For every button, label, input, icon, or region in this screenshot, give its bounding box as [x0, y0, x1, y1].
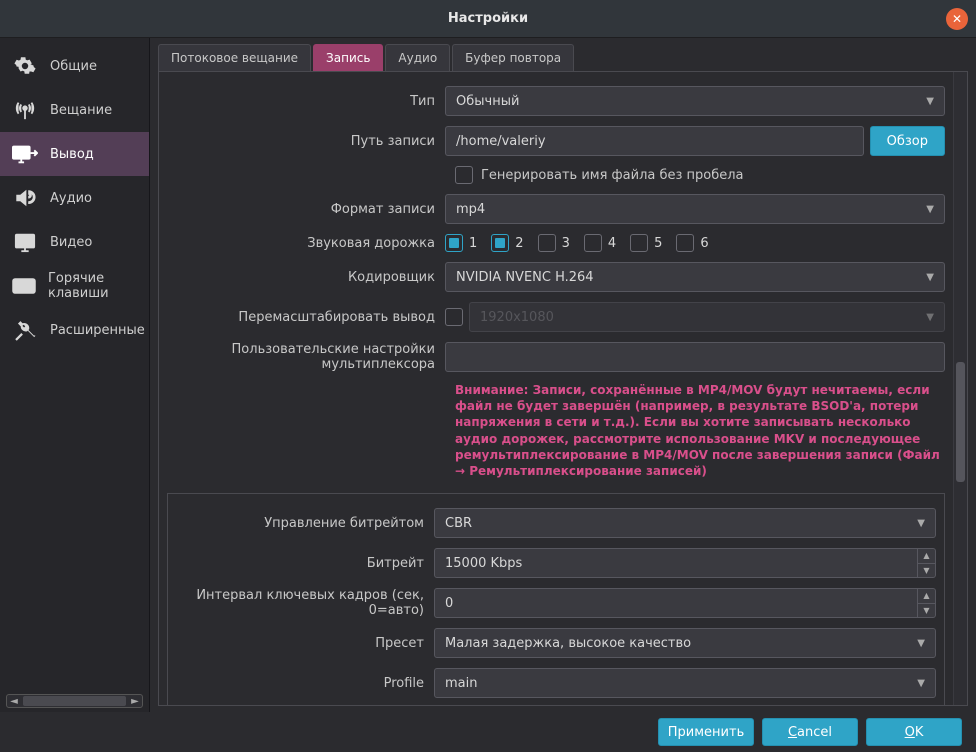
track-5-checkbox[interactable]: [630, 234, 648, 252]
spin-down-icon[interactable]: ▼: [918, 604, 935, 618]
track-6-number: 6: [700, 236, 708, 251]
window-title: Настройки: [448, 11, 528, 26]
spin-down-icon[interactable]: ▼: [918, 564, 935, 578]
chevron-down-icon: ▼: [926, 272, 934, 283]
track-4-number: 4: [608, 236, 616, 251]
antenna-icon: [12, 97, 38, 123]
mp4-warning-text: Внимание: Записи, сохранённые в MP4/MOV …: [455, 382, 941, 479]
mux-settings-input[interactable]: [445, 342, 945, 372]
generate-filename-checkbox[interactable]: [455, 166, 473, 184]
track-2-number: 2: [515, 236, 523, 251]
path-label: Путь записи: [167, 134, 445, 149]
cancel-button[interactable]: Cancel: [762, 718, 858, 746]
bitrate-label: Битрейт: [176, 556, 434, 571]
chevron-down-icon: ▼: [926, 96, 934, 107]
type-select[interactable]: Обычный ▼: [445, 86, 945, 116]
scrollbar-thumb[interactable]: [23, 696, 126, 706]
ok-button[interactable]: OK: [866, 718, 962, 746]
sidebar-item-video[interactable]: Видео: [0, 220, 149, 264]
monitor-arrow-icon: [12, 141, 38, 167]
sidebar-item-stream[interactable]: Вещание: [0, 88, 149, 132]
encoder-settings-group: Управление битрейтом CBR ▼ Битрейт: [167, 493, 945, 705]
track-6-checkbox[interactable]: [676, 234, 694, 252]
track-3-number: 3: [562, 236, 570, 251]
sidebar-item-advanced[interactable]: Расширенные: [0, 308, 149, 352]
tools-icon: [12, 317, 38, 343]
titlebar: Настройки ✕: [0, 0, 976, 38]
keyint-label: Интервал ключевых кадров (сек, 0=авто): [176, 588, 434, 618]
track-label: Звуковая дорожка: [167, 236, 445, 251]
chevron-down-icon: ▼: [917, 518, 925, 529]
tab-recording[interactable]: Запись: [313, 44, 383, 71]
speaker-icon: [12, 185, 38, 211]
profile-select[interactable]: main ▼: [434, 668, 936, 698]
preset-select[interactable]: Малая задержка, высокое качество ▼: [434, 628, 936, 658]
preset-label: Пресет: [176, 636, 434, 651]
spin-up-icon[interactable]: ▲: [918, 549, 935, 564]
type-label: Тип: [167, 94, 445, 109]
encoder-label: Кодировщик: [167, 270, 445, 285]
sidebar-item-general[interactable]: Общие: [0, 44, 149, 88]
rate-control-select[interactable]: CBR ▼: [434, 508, 936, 538]
profile-label: Profile: [176, 676, 434, 691]
track-5-number: 5: [654, 236, 662, 251]
track-2-checkbox[interactable]: [491, 234, 509, 252]
dialog-footer: Применить Cancel OK: [0, 712, 976, 752]
content-area: Потоковое вещание Запись Аудио Буфер пов…: [150, 38, 976, 712]
sidebar-horizontal-scrollbar[interactable]: ◄ ►: [6, 694, 143, 708]
recording-path-input[interactable]: /home/valeriy: [445, 126, 864, 156]
close-icon: ✕: [952, 12, 962, 26]
track-1-checkbox[interactable]: [445, 234, 463, 252]
track-3-checkbox[interactable]: [538, 234, 556, 252]
chevron-down-icon: ▼: [917, 678, 925, 689]
chevron-down-icon: ▼: [926, 204, 934, 215]
sidebar-item-hotkeys[interactable]: Горячие клавиши: [0, 264, 149, 308]
rescale-checkbox[interactable]: [445, 308, 463, 326]
format-select[interactable]: mp4 ▼: [445, 194, 945, 224]
chevron-down-icon: ▼: [917, 638, 925, 649]
spin-up-icon[interactable]: ▲: [918, 589, 935, 604]
rescale-label: Перемасштабировать вывод: [167, 310, 445, 325]
sidebar-item-label: Аудио: [50, 191, 92, 206]
sidebar-item-label: Видео: [50, 235, 92, 250]
generate-filename-label: Генерировать имя файла без пробела: [481, 168, 744, 183]
sidebar-item-output[interactable]: Вывод: [0, 132, 149, 176]
scrollbar-thumb[interactable]: [956, 362, 965, 482]
keyint-spinbox[interactable]: 0 ▲▼: [434, 588, 936, 618]
sidebar-item-label: Вещание: [50, 103, 112, 118]
rate-control-label: Управление битрейтом: [176, 516, 434, 531]
sidebar-item-label: Расширенные: [50, 323, 145, 338]
monitor-icon: [12, 229, 38, 255]
track-4-checkbox[interactable]: [584, 234, 602, 252]
sidebar: Общие Вещание Вывод Аудио Видео: [0, 38, 150, 712]
format-label: Формат записи: [167, 202, 445, 217]
tab-streaming[interactable]: Потоковое вещание: [158, 44, 311, 71]
keyboard-icon: [12, 273, 36, 299]
close-button[interactable]: ✕: [946, 8, 968, 30]
mux-label: Пользовательские настройки мультиплексор…: [167, 342, 445, 372]
sidebar-item-label: Общие: [50, 59, 97, 74]
chevron-down-icon: ▼: [926, 312, 934, 323]
gear-icon: [12, 53, 38, 79]
output-tabs: Потоковое вещание Запись Аудио Буфер пов…: [150, 38, 976, 71]
bitrate-spinbox[interactable]: 15000 Kbps ▲▼: [434, 548, 936, 578]
track-1-number: 1: [469, 236, 477, 251]
panel-vertical-scrollbar[interactable]: [953, 72, 967, 705]
settings-panel: Тип Обычный ▼ Путь записи /home/valeriy: [158, 71, 968, 706]
tab-replay-buffer[interactable]: Буфер повтора: [452, 44, 574, 71]
scroll-left-icon: ◄: [7, 696, 21, 707]
scroll-right-icon: ►: [128, 696, 142, 707]
tab-audio[interactable]: Аудио: [385, 44, 450, 71]
sidebar-item-label: Вывод: [50, 147, 94, 162]
encoder-select[interactable]: NVIDIA NVENC H.264 ▼: [445, 262, 945, 292]
sidebar-item-audio[interactable]: Аудио: [0, 176, 149, 220]
sidebar-item-label: Горячие клавиши: [48, 271, 149, 301]
rescale-resolution-select[interactable]: 1920x1080 ▼: [469, 302, 945, 332]
apply-button[interactable]: Применить: [658, 718, 754, 746]
browse-button[interactable]: Обзор: [870, 126, 945, 156]
